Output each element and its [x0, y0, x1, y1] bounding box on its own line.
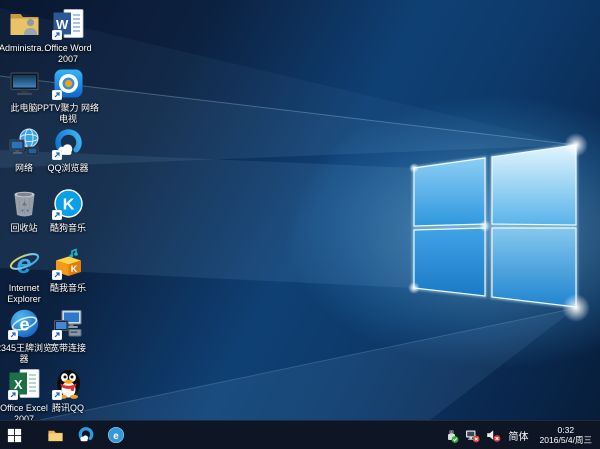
- icon-label: Office Word 2007: [36, 43, 100, 65]
- icon-label: QQ浏览器: [36, 163, 100, 174]
- shortcut-arrow-icon: [52, 30, 62, 40]
- svg-text:K: K: [62, 197, 74, 214]
- shortcut-arrow-icon: [52, 330, 62, 340]
- taskbar-file-explorer-button[interactable]: [41, 421, 70, 449]
- e-sphere-icon: e: [107, 426, 125, 444]
- shortcut-arrow-icon: [8, 330, 18, 340]
- svg-text:e: e: [19, 315, 29, 335]
- clock-time: 0:32: [540, 425, 592, 436]
- icon-label: 腾讯QQ: [36, 403, 100, 414]
- usb-safely-remove-icon[interactable]: [444, 428, 459, 443]
- taskbar-qq-browser-button[interactable]: [71, 421, 100, 449]
- desktop-icon-broadband[interactable]: 宽带连接: [36, 307, 100, 354]
- qq-browser-icon: [77, 426, 95, 444]
- svg-text:K: K: [70, 264, 77, 274]
- taskbar-browser-e-button[interactable]: e: [101, 421, 130, 449]
- svg-text:e: e: [113, 431, 119, 442]
- icon-label: 酷狗音乐: [36, 223, 100, 234]
- icon-label: 宽带连接: [36, 343, 100, 354]
- clock-date: 2016/5/4/周三: [540, 435, 592, 446]
- shortcut-arrow-icon: [52, 390, 62, 400]
- shortcut-arrow-icon: [8, 390, 18, 400]
- system-tray: 简体 0:32 2016/5/4/周三: [444, 421, 600, 449]
- shortcut-arrow-icon: [52, 150, 62, 160]
- desktop-icon-office-word[interactable]: W Office Word 2007: [36, 7, 100, 65]
- windows-logo-icon: [7, 428, 22, 443]
- taskbar-clock[interactable]: 0:32 2016/5/4/周三: [537, 425, 595, 446]
- folder-icon: [47, 427, 64, 444]
- input-method-indicator[interactable]: 简体: [507, 428, 531, 443]
- icon-label: 酷我音乐: [36, 283, 100, 294]
- desktop-icon-kugou[interactable]: K 酷狗音乐: [36, 187, 100, 234]
- network-disconnected-icon[interactable]: [465, 428, 480, 443]
- taskbar: e: [0, 420, 600, 449]
- desktop-icon-tencent-qq[interactable]: 腾讯QQ: [36, 367, 100, 414]
- desktop-icon-qq-browser[interactable]: QQ浏览器: [36, 127, 100, 174]
- volume-muted-icon[interactable]: [486, 428, 501, 443]
- icon-label: PPTV聚力 网络电视: [36, 103, 100, 125]
- shortcut-arrow-icon: [52, 210, 62, 220]
- desktop-wallpaper[interactable]: Administra... W Office Word 2007 此电脑: [0, 0, 600, 420]
- desktop-icon-kuwo[interactable]: K 酷我音乐: [36, 247, 100, 294]
- shortcut-arrow-icon: [52, 270, 62, 280]
- start-button[interactable]: [0, 421, 29, 449]
- desktop-icon-pptv[interactable]: PPTV聚力 网络电视: [36, 67, 100, 125]
- windows-desktop-screen: Administra... W Office Word 2007 此电脑: [0, 0, 600, 449]
- shortcut-arrow-icon: [52, 90, 62, 100]
